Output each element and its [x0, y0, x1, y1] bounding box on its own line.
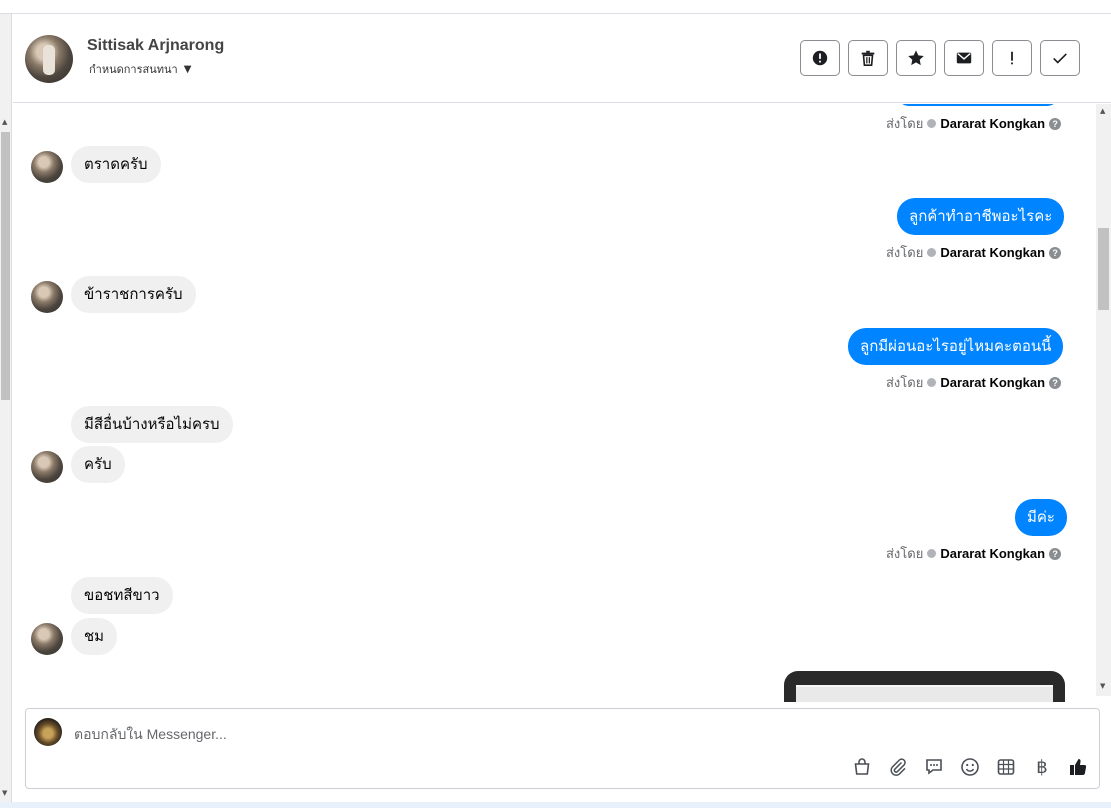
speech-bubble-icon [926, 759, 942, 775]
sent-by-prefix: ส่งโดย [886, 375, 924, 390]
help-icon[interactable]: ? [1049, 376, 1062, 389]
agent-name[interactable]: Dararat Kongkan [940, 116, 1045, 131]
caret-down-icon: ▼ [183, 63, 192, 75]
contact-avatar-small[interactable] [31, 151, 63, 183]
help-icon[interactable]: ? [1049, 547, 1062, 560]
assign-conversation-dropdown[interactable]: กำหนดการสนทนา ▼ [89, 60, 191, 78]
outgoing-message[interactable]: มีค่ะ [1015, 499, 1067, 536]
chat-scrollbar[interactable]: ▲ ▼ [1096, 104, 1111, 696]
header-actions [800, 40, 1080, 76]
smiley-icon [961, 758, 979, 776]
spam-alert-button[interactable] [800, 40, 840, 76]
like-button[interactable] [1067, 756, 1089, 778]
top-border [0, 0, 1111, 14]
agent-name[interactable]: Dararat Kongkan [940, 375, 1045, 390]
exclamation-icon [1011, 51, 1013, 65]
incoming-message[interactable]: ขอชทสีขาว [71, 577, 173, 614]
image-attachment-preview[interactable] [784, 671, 1065, 702]
agent-name[interactable]: Dararat Kongkan [940, 546, 1045, 561]
bag-icon [854, 758, 870, 775]
saved-reply-button[interactable] [923, 756, 945, 778]
thumbs-up-icon [1070, 759, 1087, 775]
alert-circle-icon [812, 50, 828, 66]
shop-bag-button[interactable] [851, 756, 873, 778]
star-icon [908, 50, 924, 66]
outgoing-bubble-cut [897, 104, 1059, 106]
mark-unread-button[interactable] [944, 40, 984, 76]
chat-scrollbar-thumb[interactable] [1098, 228, 1109, 310]
incoming-message[interactable]: ครับ [71, 446, 125, 483]
contact-avatar-small[interactable] [31, 451, 63, 483]
payment-button[interactable]: ฿ [1031, 756, 1053, 778]
left-scrollbar[interactable]: ▲ ▼ [0, 14, 12, 802]
page-avatar [34, 718, 62, 746]
outgoing-message[interactable]: ลูกมีผ่อนอะไรอยู่ไหมคะตอนนี้ [848, 328, 1064, 365]
scroll-up-arrow-icon[interactable]: ▲ [1100, 107, 1105, 115]
baht-icon: ฿ [1036, 756, 1048, 778]
incoming-message[interactable]: ชม [71, 618, 118, 655]
attach-file-button[interactable] [887, 756, 909, 778]
help-icon[interactable]: ? [1049, 246, 1062, 259]
contact-avatar-small[interactable] [31, 623, 63, 655]
delete-button[interactable] [848, 40, 888, 76]
agent-name[interactable]: Dararat Kongkan [940, 245, 1045, 260]
incoming-message[interactable]: ตราดครับ [71, 146, 161, 183]
scroll-down-arrow-icon[interactable]: ▼ [2, 789, 7, 797]
sent-by-label: ส่งโดย Dararat Kongkan ? [886, 543, 1062, 564]
check-icon [1053, 53, 1067, 64]
verified-dot-icon [927, 378, 937, 387]
left-scrollbar-thumb[interactable] [1, 132, 10, 400]
table-icon [997, 759, 1015, 775]
bottom-strip [0, 802, 1111, 808]
mark-done-button[interactable] [1040, 40, 1080, 76]
sent-by-prefix: ส่งโดย [886, 116, 924, 131]
follow-up-button[interactable] [992, 40, 1032, 76]
conversation-header: Sittisak Arjnarong กำหนดการสนทนา ▼ [13, 15, 1111, 103]
emoji-button[interactable] [959, 756, 981, 778]
scroll-up-arrow-icon[interactable]: ▲ [2, 118, 7, 126]
trash-icon [861, 50, 875, 67]
image-attachment-content [796, 685, 1053, 702]
sent-by-prefix: ส่งโดย [886, 245, 924, 260]
verified-dot-icon [927, 248, 937, 257]
contact-name[interactable]: Sittisak Arjnarong [87, 37, 224, 55]
verified-dot-icon [927, 119, 937, 128]
scroll-down-arrow-icon[interactable]: ▼ [1100, 682, 1105, 690]
sent-by-label: ส่งโดย Dararat Kongkan ? [886, 242, 1062, 263]
table-button[interactable] [995, 756, 1017, 778]
incoming-message[interactable]: มีสีอื่นบ้างหรือไม่ครบ [71, 406, 233, 443]
reply-input[interactable]: ตอบกลับใน Messenger... [74, 724, 227, 746]
star-button[interactable] [896, 40, 936, 76]
paperclip-icon [890, 758, 906, 776]
composer-tools: ฿ [851, 756, 1089, 778]
sent-by-label: ส่งโดย Dararat Kongkan ? [886, 372, 1062, 393]
reply-composer[interactable]: ตอบกลับใน Messenger... ฿ [25, 708, 1100, 789]
messenger-inbox-page: ▲ ▼ Sittisak Arjnarong กำหนดการสนทนา ▼ ส… [0, 0, 1111, 808]
contact-avatar-small[interactable] [31, 281, 63, 313]
help-icon[interactable]: ? [1049, 117, 1062, 130]
sent-by-label: ส่งโดย Dararat Kongkan ? [886, 113, 1062, 134]
envelope-icon [956, 52, 972, 64]
sent-by-prefix: ส่งโดย [886, 546, 924, 561]
verified-dot-icon [927, 549, 937, 558]
contact-avatar[interactable] [25, 35, 73, 83]
message-thread[interactable]: ส่งโดย Dararat Kongkan ? ตราดครับ ลูกค้า… [13, 104, 1096, 702]
assign-conversation-label: กำหนดการสนทนา [89, 63, 178, 76]
outgoing-message[interactable]: ลูกค้าทำอาชีพอะไรคะ [897, 198, 1065, 235]
incoming-message[interactable]: ข้าราชการครับ [71, 276, 196, 313]
